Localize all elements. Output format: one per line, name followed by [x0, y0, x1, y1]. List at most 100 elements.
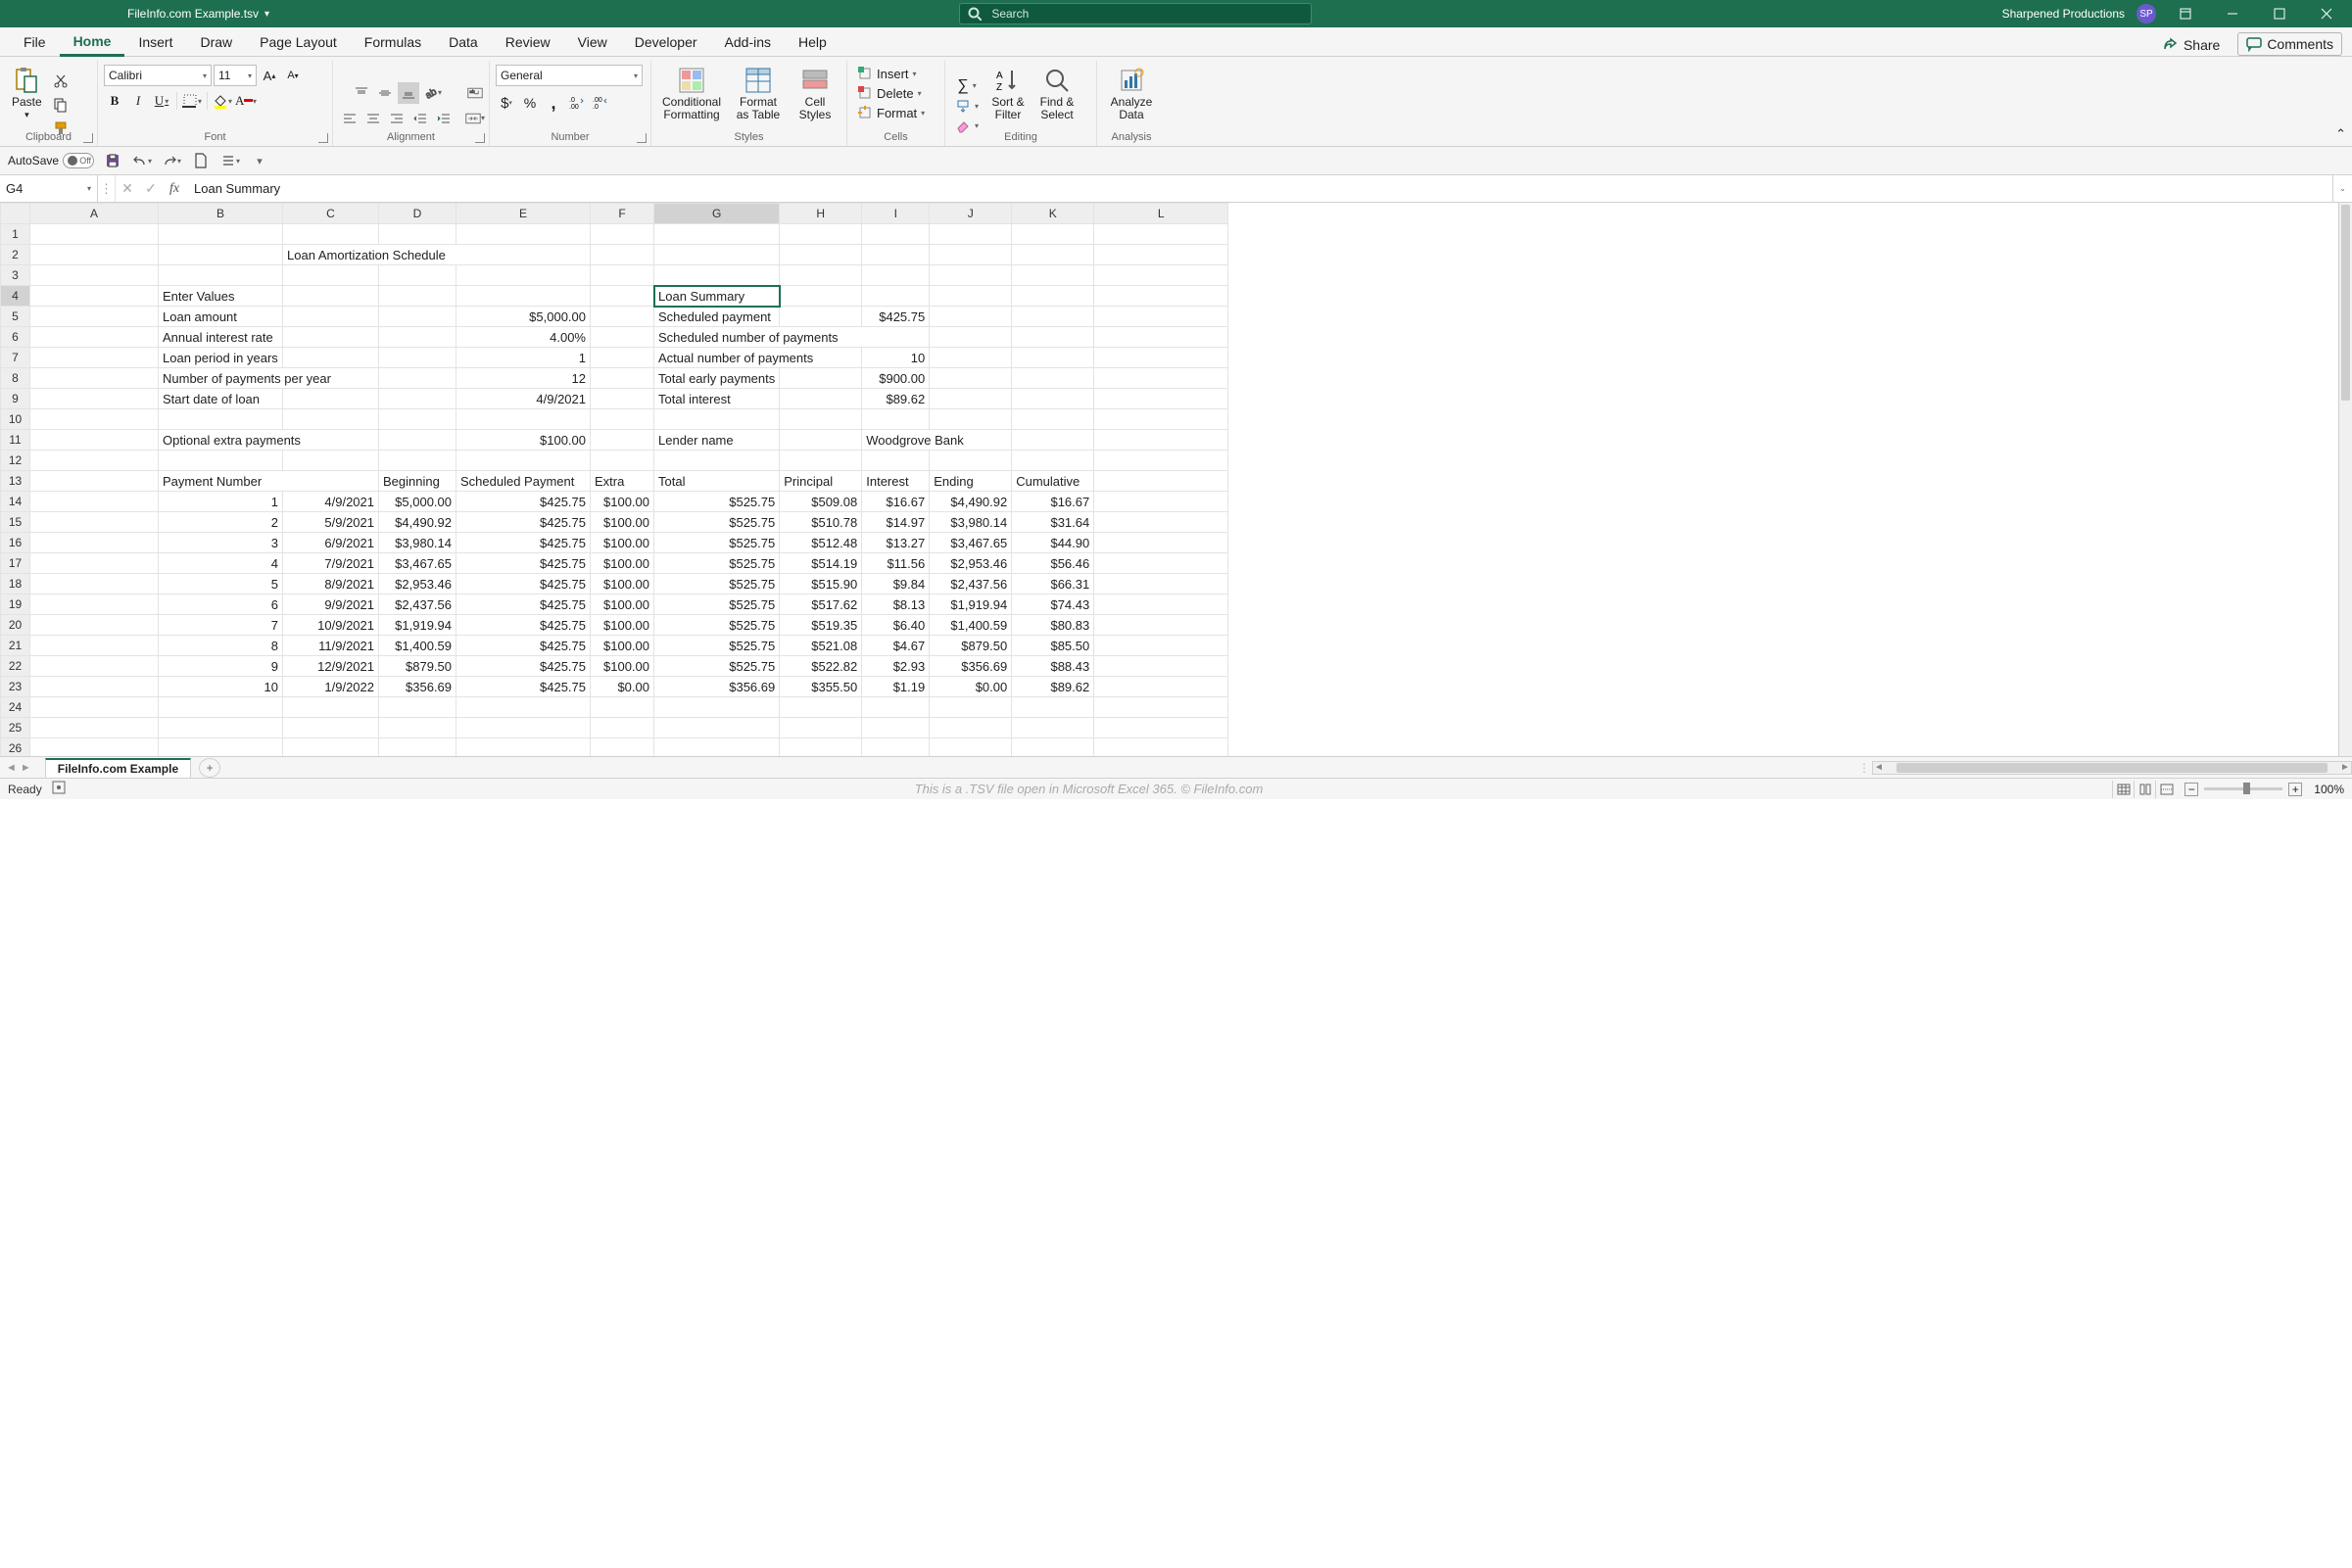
- cell-L2[interactable]: [1094, 245, 1228, 265]
- cell-G22[interactable]: $525.75: [654, 656, 780, 677]
- cell-B9[interactable]: Start date of loan: [159, 389, 283, 409]
- cell-L24[interactable]: [1094, 697, 1228, 718]
- tab-insert[interactable]: Insert: [124, 30, 186, 56]
- cell-K9[interactable]: [1012, 389, 1094, 409]
- search-input[interactable]: Search: [959, 3, 1312, 24]
- cell-I13[interactable]: Interest: [862, 471, 930, 492]
- cell-K23[interactable]: $89.62: [1012, 677, 1094, 697]
- cell-J10[interactable]: [930, 409, 1012, 430]
- cell-H18[interactable]: $515.90: [780, 574, 862, 594]
- cell-D7[interactable]: [379, 348, 456, 368]
- cell-H13[interactable]: Principal: [780, 471, 862, 492]
- cell-G4[interactable]: Loan Summary: [654, 286, 780, 307]
- cell-L13[interactable]: [1094, 471, 1228, 492]
- cell-B16[interactable]: 3: [159, 533, 283, 553]
- cell-D10[interactable]: [379, 409, 456, 430]
- avatar[interactable]: SP: [2136, 4, 2156, 24]
- cell-J19[interactable]: $1,919.94: [930, 594, 1012, 615]
- tab-data[interactable]: Data: [435, 30, 492, 56]
- cell-K15[interactable]: $31.64: [1012, 512, 1094, 533]
- cell-J8[interactable]: [930, 368, 1012, 389]
- cell-C3[interactable]: [283, 265, 379, 286]
- cell-D23[interactable]: $356.69: [379, 677, 456, 697]
- horizontal-scrollbar[interactable]: ◄►: [1872, 761, 2352, 775]
- cut-button[interactable]: [50, 71, 72, 92]
- cell-H11[interactable]: [780, 430, 862, 451]
- column-header-E[interactable]: E: [456, 204, 591, 224]
- cell-D19[interactable]: $2,437.56: [379, 594, 456, 615]
- cell-G16[interactable]: $525.75: [654, 533, 780, 553]
- cell-F1[interactable]: [591, 224, 654, 245]
- cell-C6[interactable]: [283, 327, 379, 348]
- cell-L15[interactable]: [1094, 512, 1228, 533]
- cell-L23[interactable]: [1094, 677, 1228, 697]
- row-header-21[interactable]: 21: [1, 636, 30, 656]
- cell-K7[interactable]: [1012, 348, 1094, 368]
- close-button[interactable]: [2309, 0, 2344, 27]
- delete-cells-button[interactable]: Delete ▾: [853, 84, 938, 102]
- cell-D1[interactable]: [379, 224, 456, 245]
- row-header-11[interactable]: 11: [1, 430, 30, 451]
- cell-C21[interactable]: 11/9/2021: [283, 636, 379, 656]
- cell-D5[interactable]: [379, 307, 456, 327]
- cell-H16[interactable]: $512.48: [780, 533, 862, 553]
- cell-I25[interactable]: [862, 718, 930, 738]
- cell-J17[interactable]: $2,953.46: [930, 553, 1012, 574]
- cell-D12[interactable]: [379, 451, 456, 471]
- cell-J6[interactable]: [930, 327, 1012, 348]
- cell-C19[interactable]: 9/9/2021: [283, 594, 379, 615]
- cell-A19[interactable]: [30, 594, 159, 615]
- maximize-button[interactable]: [2262, 0, 2297, 27]
- cell-E17[interactable]: $425.75: [456, 553, 591, 574]
- cell-B10[interactable]: [159, 409, 283, 430]
- cell-J22[interactable]: $356.69: [930, 656, 1012, 677]
- cell-J18[interactable]: $2,437.56: [930, 574, 1012, 594]
- cell-A26[interactable]: [30, 738, 159, 757]
- cell-G14[interactable]: $525.75: [654, 492, 780, 512]
- cell-I18[interactable]: $9.84: [862, 574, 930, 594]
- cell-C2[interactable]: Loan Amortization Schedule: [283, 245, 591, 265]
- row-header-12[interactable]: 12: [1, 451, 30, 471]
- percent-format-button[interactable]: %: [519, 92, 541, 114]
- cell-G26[interactable]: [654, 738, 780, 757]
- cell-G12[interactable]: [654, 451, 780, 471]
- increase-decimal-button[interactable]: .0.00: [566, 92, 588, 114]
- cell-H8[interactable]: [780, 368, 862, 389]
- cell-C17[interactable]: 7/9/2021: [283, 553, 379, 574]
- cell-A4[interactable]: [30, 286, 159, 307]
- cell-G5[interactable]: Scheduled payment: [654, 307, 780, 327]
- cell-I23[interactable]: $1.19: [862, 677, 930, 697]
- cell-E22[interactable]: $425.75: [456, 656, 591, 677]
- cell-D3[interactable]: [379, 265, 456, 286]
- comma-format-button[interactable]: ,: [543, 92, 564, 114]
- zoom-in-button[interactable]: +: [2288, 783, 2302, 796]
- cell-B1[interactable]: [159, 224, 283, 245]
- cell-C15[interactable]: 5/9/2021: [283, 512, 379, 533]
- cell-J26[interactable]: [930, 738, 1012, 757]
- cell-K18[interactable]: $66.31: [1012, 574, 1094, 594]
- cell-J5[interactable]: [930, 307, 1012, 327]
- cell-I16[interactable]: $13.27: [862, 533, 930, 553]
- italic-button[interactable]: I: [127, 90, 149, 112]
- cell-D13[interactable]: Beginning: [379, 471, 456, 492]
- vertical-scrollbar[interactable]: [2338, 203, 2352, 756]
- cell-F20[interactable]: $100.00: [591, 615, 654, 636]
- cell-F5[interactable]: [591, 307, 654, 327]
- row-header-8[interactable]: 8: [1, 368, 30, 389]
- row-header-26[interactable]: 26: [1, 738, 30, 757]
- tab-home[interactable]: Home: [60, 29, 125, 57]
- cell-A23[interactable]: [30, 677, 159, 697]
- cell-C10[interactable]: [283, 409, 379, 430]
- cell-C20[interactable]: 10/9/2021: [283, 615, 379, 636]
- cell-B17[interactable]: 4: [159, 553, 283, 574]
- tab-page-layout[interactable]: Page Layout: [246, 30, 351, 56]
- cell-K10[interactable]: [1012, 409, 1094, 430]
- tab-file[interactable]: File: [10, 30, 60, 56]
- zoom-slider[interactable]: [2204, 787, 2282, 790]
- cell-I3[interactable]: [862, 265, 930, 286]
- cell-B7[interactable]: Loan period in years: [159, 348, 283, 368]
- cell-G13[interactable]: Total: [654, 471, 780, 492]
- cell-G24[interactable]: [654, 697, 780, 718]
- cell-B13[interactable]: Payment Number: [159, 471, 379, 492]
- cell-L10[interactable]: [1094, 409, 1228, 430]
